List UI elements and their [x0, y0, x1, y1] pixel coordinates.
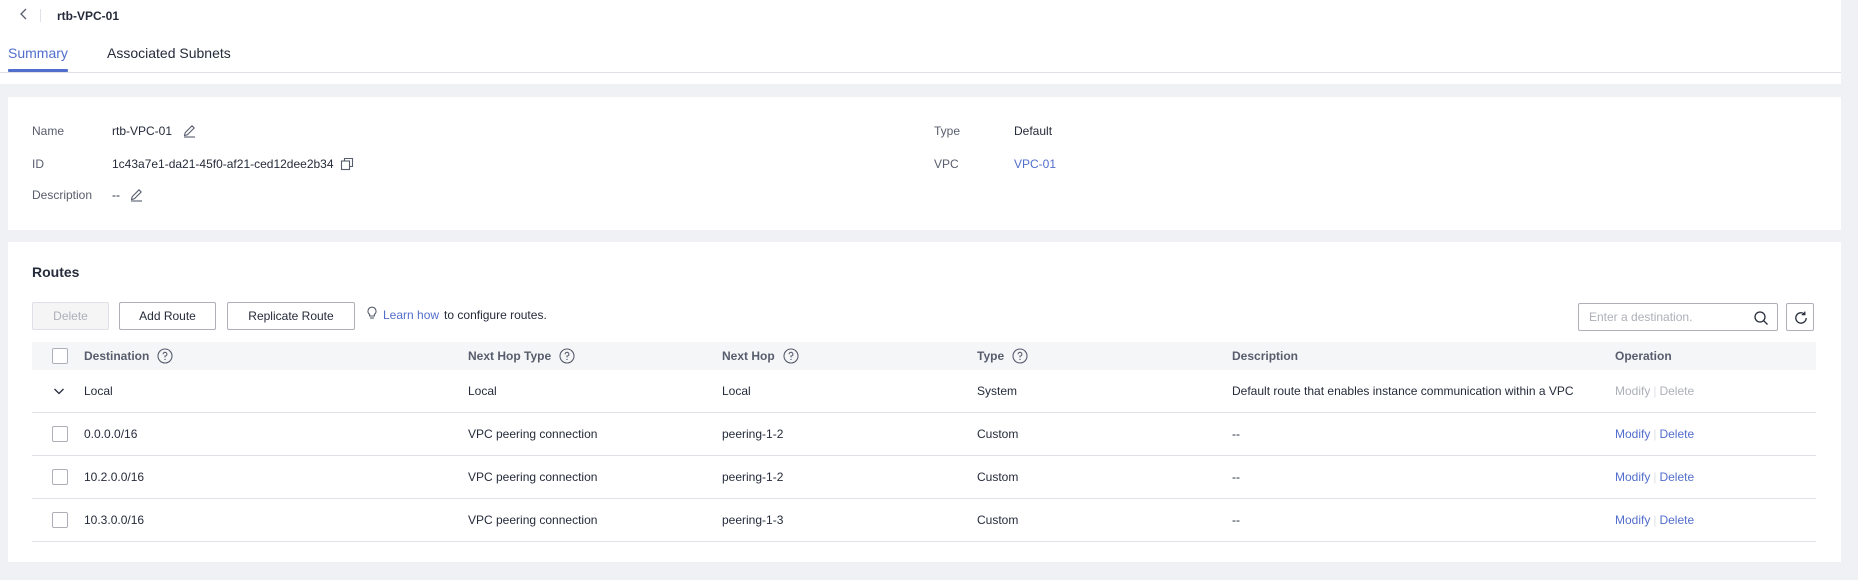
type-value: Default — [1014, 124, 1053, 138]
cell-destination: 10.3.0.0/16 — [84, 513, 145, 527]
destination-search[interactable] — [1578, 303, 1778, 331]
learn-how-link[interactable]: Learn how — [383, 308, 439, 322]
copy-icon[interactable] — [340, 157, 354, 171]
column-destination[interactable]: Destination — [84, 342, 173, 370]
routes-card: Routes Delete Add Route Replicate Route … — [8, 242, 1841, 562]
delete-link[interactable]: Delete — [1659, 427, 1694, 441]
tab-associated-subnets[interactable]: Associated Subnets — [107, 45, 231, 61]
next-hop-link[interactable]: peering-1-2 — [722, 413, 783, 456]
column-type[interactable]: Type — [977, 342, 1028, 370]
column-next-hop-type[interactable]: Next Hop Type — [468, 342, 575, 370]
cell-type: Custom — [977, 513, 1019, 527]
cell-operation: Modify | Delete — [1615, 413, 1694, 456]
column-next-hop-type-label: Next Hop Type — [468, 349, 552, 363]
modify-link[interactable]: Modify — [1615, 384, 1650, 398]
chevron-down-icon[interactable] — [52, 384, 66, 398]
table-header: Destination Next Hop Type Next Hop Type … — [32, 342, 1816, 370]
next-hop-link[interactable]: peering-1-2 — [722, 456, 783, 499]
replicate-route-button[interactable]: Replicate Route — [227, 302, 355, 330]
cell-operation: Modify | Delete — [1615, 456, 1694, 499]
row-checkbox[interactable] — [52, 512, 68, 528]
tab-summary[interactable]: Summary — [8, 45, 68, 61]
cell-next-hop-type: VPC peering connection — [468, 513, 598, 527]
modify-link[interactable]: Modify — [1615, 470, 1650, 484]
operation-separator: | — [1653, 513, 1657, 527]
page-title: rtb-VPC-01 — [57, 9, 120, 23]
table-row: 0.0.0.0/16 VPC peering connection peerin… — [32, 413, 1816, 456]
back-arrow-icon[interactable] — [16, 6, 32, 22]
modify-link[interactable]: Modify — [1615, 513, 1650, 527]
row-checkbox[interactable] — [52, 426, 68, 442]
delete-button[interactable]: Delete — [32, 302, 109, 330]
cell-description: -- — [1232, 470, 1240, 484]
id-label: ID — [32, 157, 44, 171]
delete-link[interactable]: Delete — [1659, 470, 1694, 484]
add-route-button[interactable]: Add Route — [119, 302, 216, 330]
routes-title: Routes — [32, 264, 80, 280]
column-description: Description — [1232, 349, 1299, 363]
lightbulb-icon — [366, 306, 378, 323]
help-icon[interactable] — [157, 348, 173, 364]
help-icon[interactable] — [559, 348, 575, 364]
delete-link[interactable]: Delete — [1659, 513, 1694, 527]
id-value: 1c43a7e1-da21-45f0-af21-ced12dee2b34 — [112, 157, 334, 171]
column-operation: Operation — [1615, 349, 1672, 363]
select-all-checkbox[interactable] — [52, 348, 68, 364]
type-label: Type — [934, 124, 961, 138]
table-row: Local Local Local System Default route t… — [32, 370, 1816, 413]
table-row: 10.2.0.0/16 VPC peering connection peeri… — [32, 456, 1816, 499]
help-icon[interactable] — [1012, 348, 1028, 364]
cell-description: -- — [1232, 513, 1240, 527]
vpc-link[interactable]: VPC-01 — [1014, 157, 1056, 171]
column-type-label: Type — [977, 349, 1005, 363]
scroll-gutter — [1841, 0, 1858, 84]
cell-description: Default route that enables instance comm… — [1232, 384, 1574, 398]
vpc-label: VPC — [934, 157, 959, 171]
cell-destination: 0.0.0.0/16 — [84, 427, 138, 441]
column-next-hop[interactable]: Next Hop — [722, 342, 799, 370]
delete-link[interactable]: Delete — [1659, 384, 1694, 398]
name-label: Name — [32, 124, 65, 138]
operation-separator: | — [1653, 384, 1657, 398]
modify-link[interactable]: Modify — [1615, 427, 1650, 441]
description-label: Description — [32, 188, 93, 202]
cell-destination: Local — [84, 384, 113, 398]
refresh-button[interactable] — [1786, 303, 1814, 331]
routes-tip: Learn how to configure routes. — [366, 306, 547, 323]
active-tab-indicator — [8, 69, 68, 72]
cell-type: System — [977, 384, 1018, 398]
table-row: 10.3.0.0/16 VPC peering connection peeri… — [32, 499, 1816, 542]
cell-type: Custom — [977, 427, 1019, 441]
cell-description: -- — [1232, 427, 1240, 441]
edit-name-icon[interactable] — [182, 123, 197, 138]
cell-type: Custom — [977, 470, 1019, 484]
cell-next-hop-type: VPC peering connection — [468, 427, 598, 441]
cell-operation: Modify | Delete — [1615, 499, 1694, 542]
page-header: rtb-VPC-01 — [0, 0, 1858, 30]
row-checkbox[interactable] — [52, 469, 68, 485]
cell-next-hop: Local — [722, 384, 751, 398]
description-value: -- — [112, 188, 120, 202]
cell-destination: 10.2.0.0/16 — [84, 470, 145, 484]
cell-next-hop-type: VPC peering connection — [468, 470, 598, 484]
next-hop-link[interactable]: peering-1-3 — [722, 499, 783, 542]
operation-separator: | — [1653, 470, 1657, 484]
summary-card: Name rtb-VPC-01 ID 1c43a7e1-da21-45f0-af… — [8, 97, 1841, 230]
cell-next-hop-type: Local — [468, 384, 497, 398]
help-icon[interactable] — [783, 348, 799, 364]
cell-operation: Modify | Delete — [1615, 370, 1694, 413]
edit-description-icon[interactable] — [129, 187, 144, 202]
tab-bar: Summary Associated Subnets — [0, 30, 1841, 73]
column-destination-label: Destination — [84, 349, 150, 363]
header-divider — [40, 9, 41, 22]
tip-text: to configure routes. — [444, 307, 547, 322]
destination-search-input[interactable] — [1589, 309, 1749, 325]
search-icon[interactable] — [1753, 310, 1769, 329]
column-next-hop-label: Next Hop — [722, 349, 775, 363]
operation-separator: | — [1653, 427, 1657, 441]
name-value: rtb-VPC-01 — [112, 124, 173, 138]
